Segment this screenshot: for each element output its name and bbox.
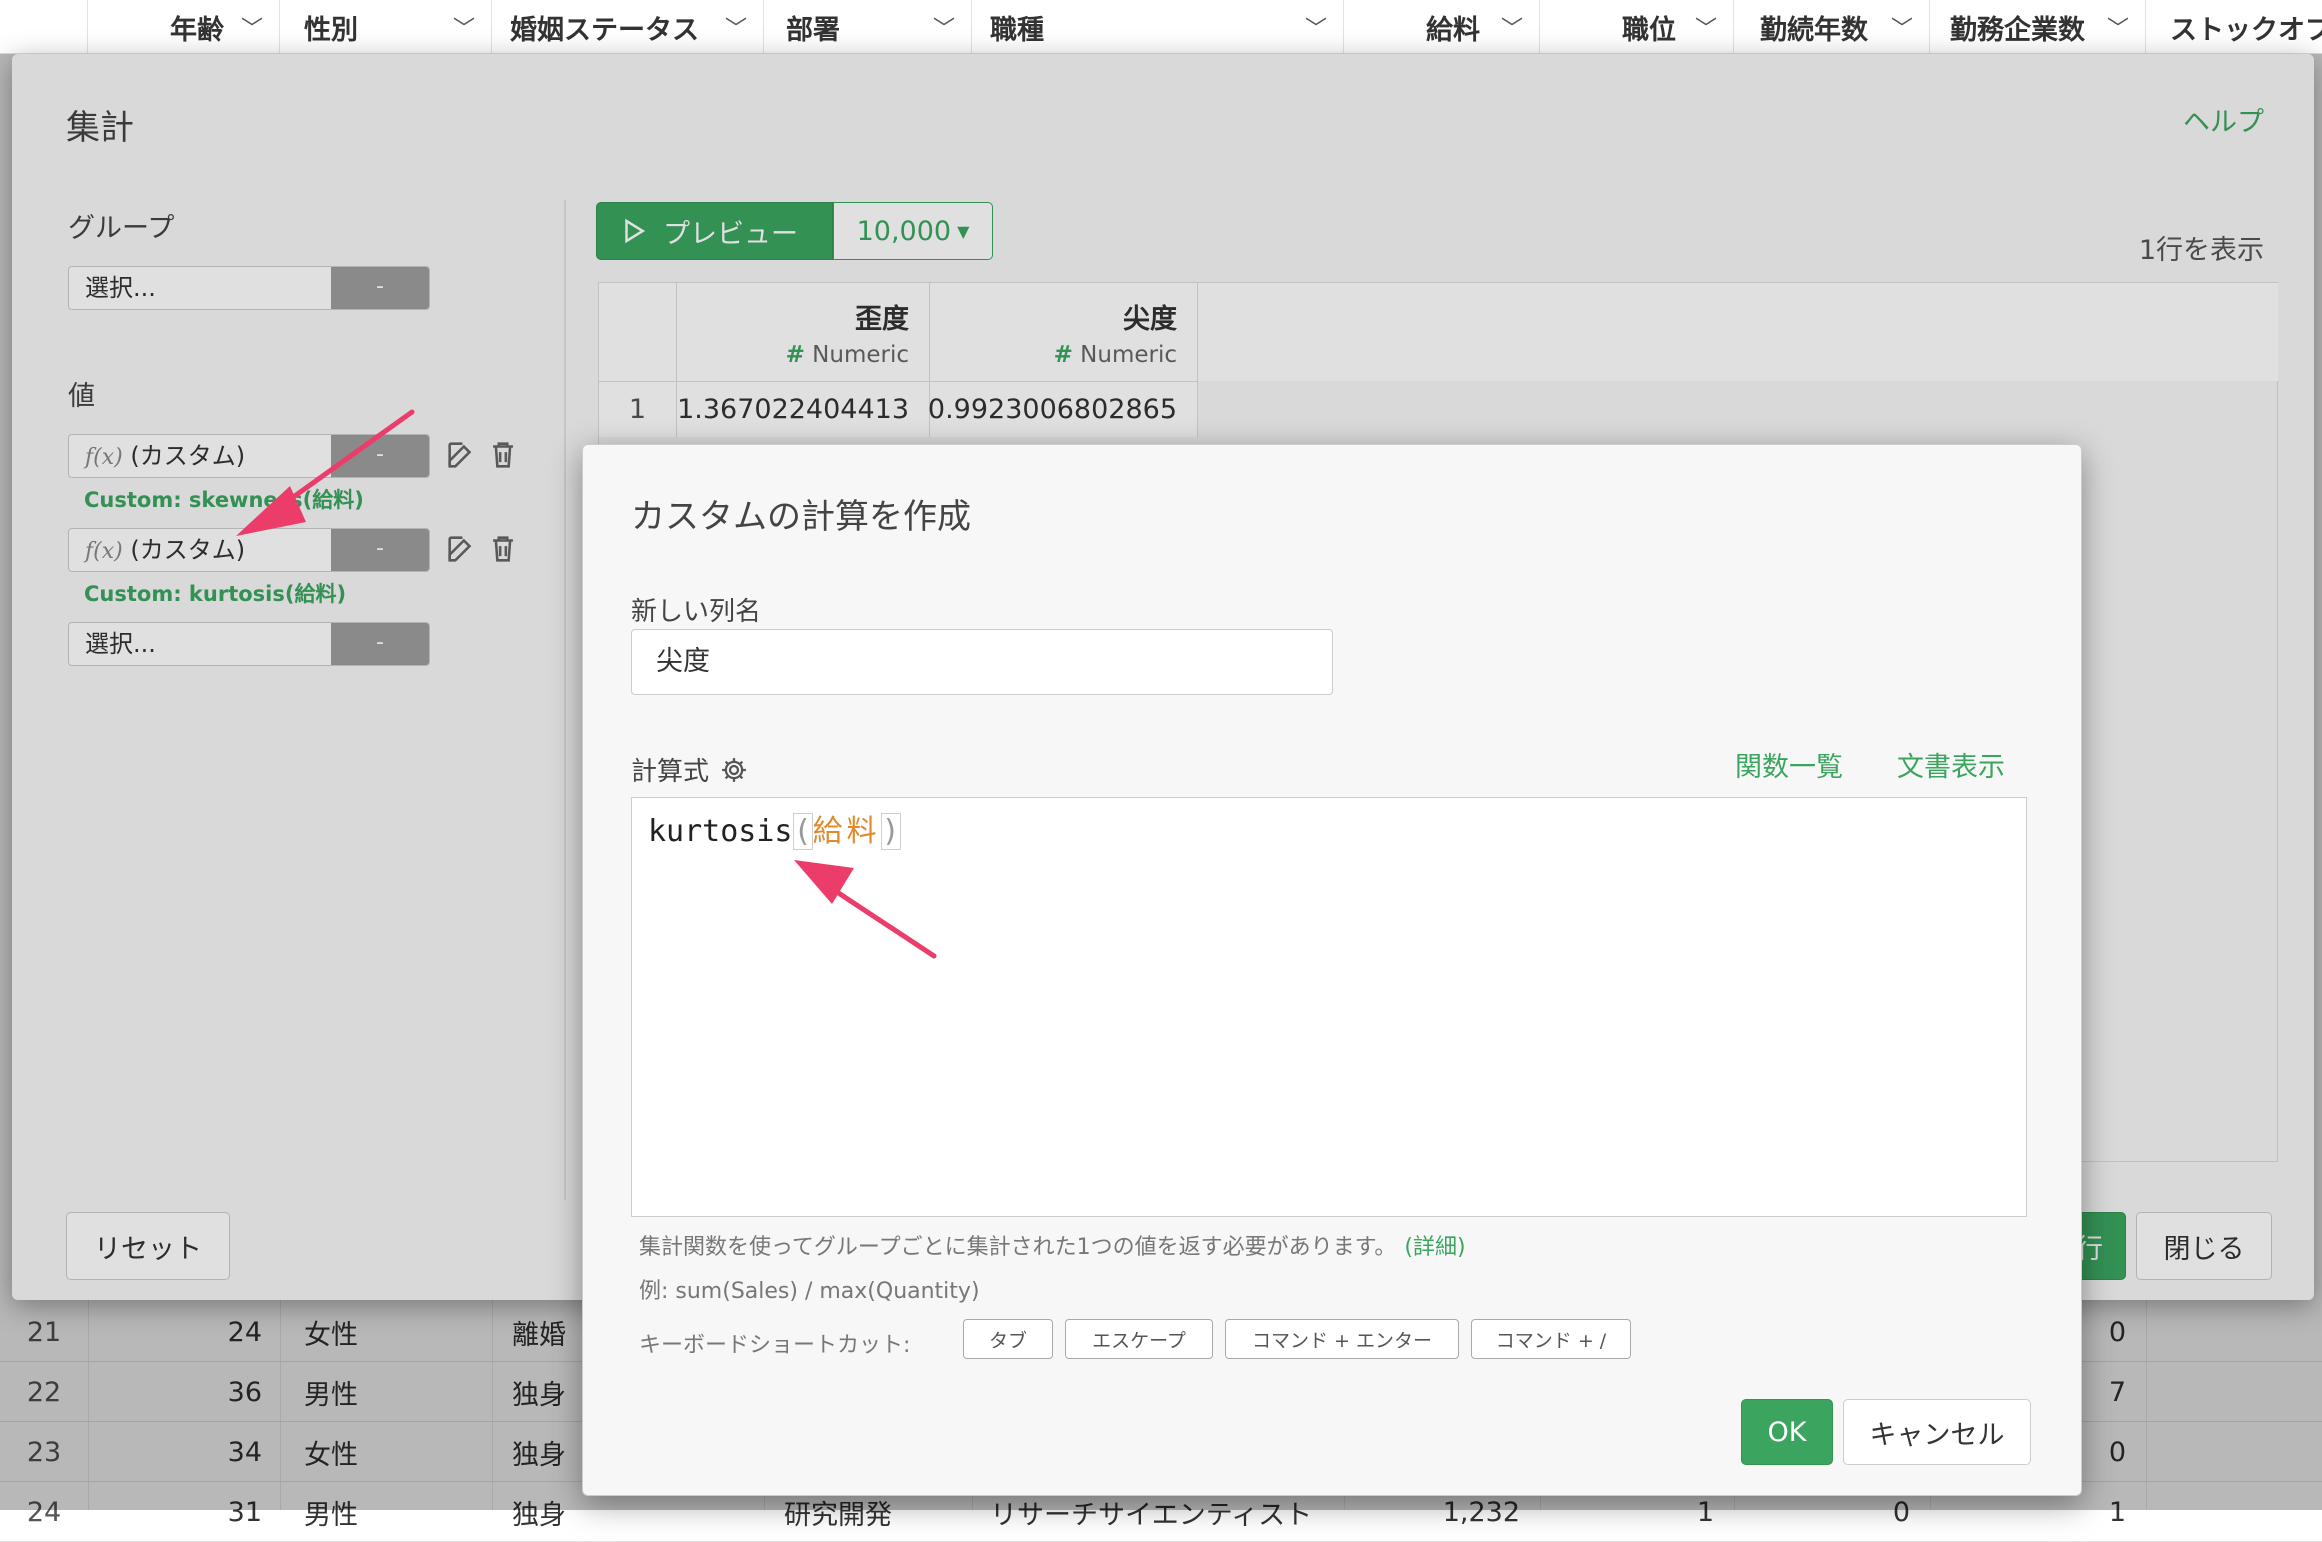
chevron-down-icon[interactable]: ﹀ — [241, 11, 263, 43]
column-header-companies[interactable]: 勤務企業数 ﹀ — [1930, 0, 2146, 54]
functions-list-link[interactable]: 関数一覧 — [1735, 745, 1843, 784]
column-header-rank[interactable]: 職位 ﹀ — [1540, 0, 1734, 54]
column-header-job[interactable]: 職種 ﹀ — [972, 0, 1344, 54]
dialog-title: カスタムの計算を作成 — [631, 497, 971, 537]
column-header-sex[interactable]: 性別 ﹀ — [280, 0, 492, 54]
chevron-down-icon[interactable]: ﹀ — [2107, 11, 2129, 43]
custom-calculation-dialog: カスタムの計算を作成 新しい列名 尖度 計算式 関数一覧 文書表示 kurtos… — [582, 444, 2082, 1496]
details-link[interactable]: (詳細) — [1404, 1235, 1465, 1260]
column-header-stock[interactable]: ストックオプ — [2146, 0, 2322, 54]
chevron-down-icon[interactable]: ﹀ — [1501, 11, 1523, 43]
chevron-down-icon[interactable]: ﹀ — [1891, 11, 1913, 43]
chevron-down-icon[interactable]: ﹀ — [1305, 11, 1327, 43]
column-header-marital[interactable]: 婚姻ステータス ﹀ — [492, 0, 764, 54]
column-header-department[interactable]: 部署 ﹀ — [764, 0, 972, 54]
column-header-years[interactable]: 勤続年数 ﹀ — [1734, 0, 1930, 54]
header-cell-index — [0, 0, 88, 54]
gear-icon[interactable] — [719, 755, 749, 785]
new-column-label: 新しい列名 — [631, 597, 762, 627]
shortcut-escape: エスケープ — [1065, 1319, 1213, 1359]
cancel-button[interactable]: キャンセル — [1843, 1399, 2031, 1465]
new-column-name-input[interactable]: 尖度 — [631, 629, 1333, 695]
chevron-down-icon[interactable]: ﹀ — [725, 11, 747, 43]
shortcut-cmd-slash: コマンド + / — [1471, 1319, 1631, 1359]
example-text: 例: sum(Sales) / max(Quantity) — [639, 1279, 980, 1304]
hint-text: 集計関数を使ってグループごとに集計された1つの値を返す必要があります。 — [639, 1235, 1397, 1260]
formula-code: kurtosis(給料) — [648, 813, 901, 850]
chevron-down-icon[interactable]: ﹀ — [933, 11, 955, 43]
shortcut-cmd-enter: コマンド + エンター — [1225, 1319, 1459, 1359]
column-header-salary[interactable]: 給料 ﹀ — [1344, 0, 1540, 54]
shortcut-tab: タブ — [963, 1319, 1053, 1359]
chevron-down-icon[interactable]: ﹀ — [1695, 11, 1717, 43]
documentation-link[interactable]: 文書表示 — [1897, 745, 2005, 784]
column-header-age[interactable]: 年齢 ﹀ — [88, 0, 280, 54]
shortcuts-label: キーボードショートカット: — [639, 1333, 911, 1358]
table-header: 年齢 ﹀ 性別 ﹀ 婚姻ステータス ﹀ 部署 ﹀ 職種 ﹀ 給料 ﹀ 職位 ﹀ 勤続年数 ﹀ 勤… — [0, 0, 2322, 54]
ok-button[interactable]: OK — [1741, 1399, 1833, 1465]
formula-label: 計算式 — [631, 757, 710, 787]
chevron-down-icon[interactable]: ﹀ — [453, 11, 475, 43]
formula-editor[interactable]: kurtosis(給料) — [631, 797, 2027, 1217]
